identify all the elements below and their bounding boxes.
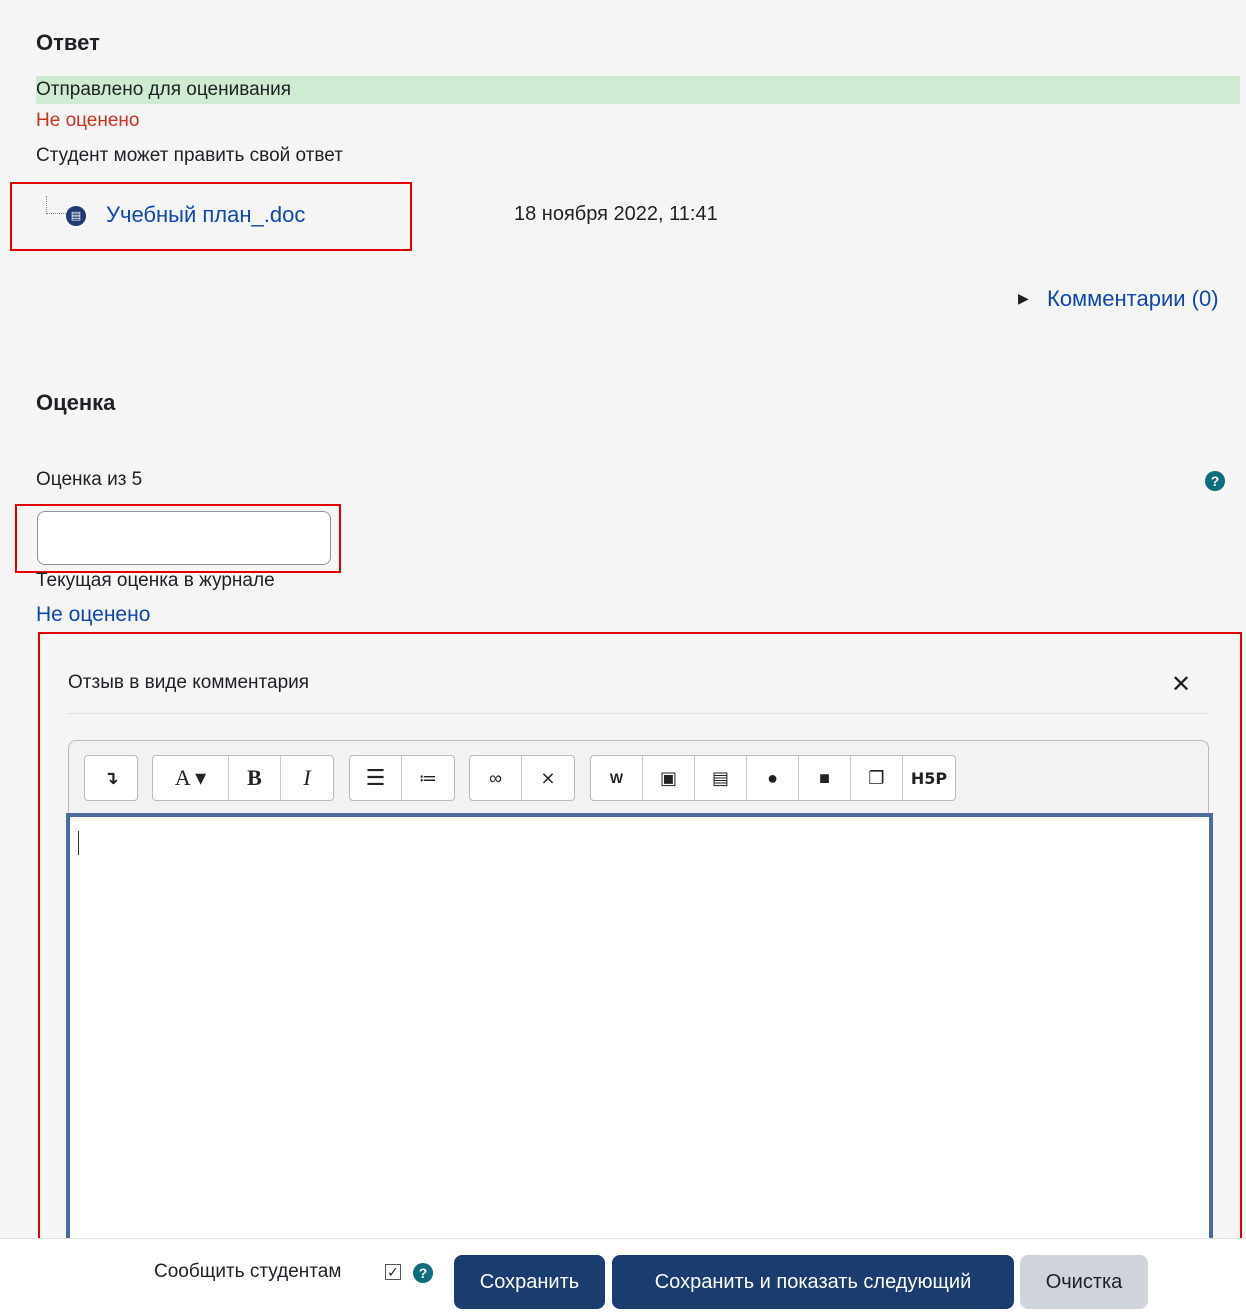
save-and-next-button[interactable]: Сохранить и показать следующий [612, 1255, 1014, 1309]
reset-button[interactable]: Очистка [1020, 1255, 1148, 1309]
current-grade-label: Текущая оценка в журнале [36, 570, 275, 591]
highlight-grade [15, 504, 341, 573]
current-grade-value[interactable]: Не оценено [36, 603, 150, 627]
submission-status: Отправлено для оценивания [36, 76, 1240, 104]
answer-heading: Ответ [36, 30, 100, 55]
grade-label: Оценка из 5 [36, 469, 143, 490]
expand-triangle-icon[interactable]: ▶ [1018, 290, 1029, 307]
save-button[interactable]: Сохранить [454, 1255, 605, 1309]
highlight-feedback [38, 632, 1242, 1245]
notify-help-icon[interactable]: ? [413, 1263, 433, 1283]
notify-checkbox[interactable]: ✓ [385, 1264, 401, 1280]
edit-status: Студент может править свой ответ [36, 145, 343, 166]
file-date: 18 ноября 2022, 11:41 [514, 203, 718, 225]
grading-status: Не оценено [36, 110, 140, 131]
footer-bar: Сообщить студентам ✓ ? Сохранить Сохрани… [0, 1238, 1246, 1313]
help-icon[interactable]: ? [1205, 471, 1225, 491]
grade-heading: Оценка [36, 390, 116, 415]
notify-label: Сообщить студентам [154, 1261, 342, 1282]
comments-link[interactable]: Комментарии (0) [1047, 286, 1219, 312]
highlight-file [10, 182, 412, 251]
